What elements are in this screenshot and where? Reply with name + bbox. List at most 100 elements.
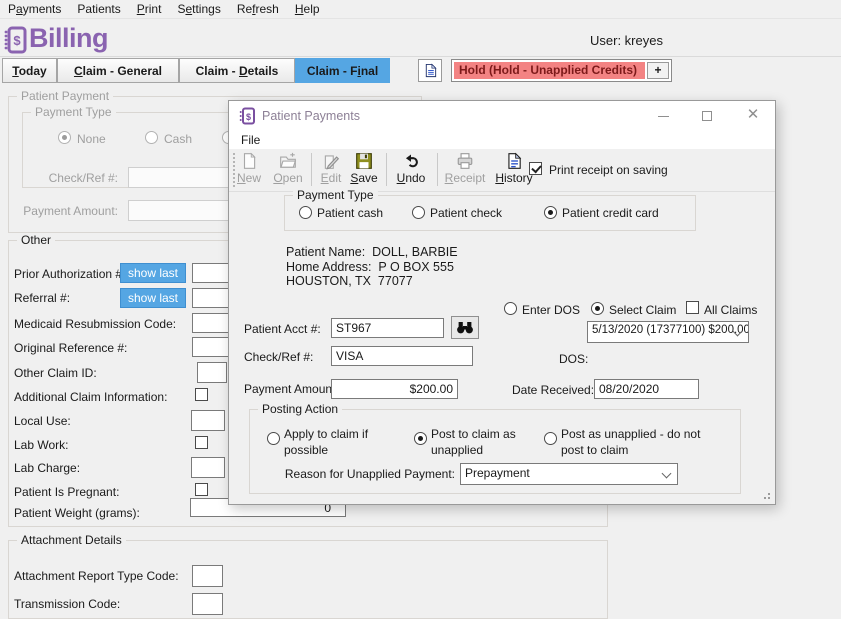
referral-label: Referral #: (14, 291, 71, 305)
claim-dropdown[interactable]: 5/13/2020 (17377100) $200.00 (587, 321, 749, 343)
history-document-icon (508, 152, 522, 169)
dialog-check-ref-label: Check/Ref #: (244, 350, 314, 364)
undo-button[interactable]: Undo (392, 152, 430, 185)
other-claim-input[interactable] (197, 362, 227, 383)
radio-cash-label: Cash (164, 132, 193, 146)
other-group-title: Other (17, 233, 56, 247)
menu-patients[interactable]: Patients (69, 0, 128, 18)
lab-charge-label: Lab Charge: (14, 461, 81, 475)
menu-refresh[interactable]: Refresh (229, 0, 287, 18)
reason-dropdown-value: Prepayment (465, 466, 530, 480)
app-title: Billing (29, 23, 109, 53)
radio-apply-to-claim-label: Apply to claim if possible (284, 427, 369, 457)
radio-none (58, 131, 71, 144)
reason-label: Reason for Unapplied Payment: (284, 467, 455, 481)
close-button[interactable]: ✕ (729, 101, 777, 131)
close-icon: ✕ (746, 106, 760, 123)
print-receipt-checkbox[interactable] (529, 162, 542, 175)
hold-status-selector[interactable]: Hold (Hold - Unapplied Credits) + (451, 59, 672, 82)
radio-select-claim[interactable] (591, 302, 604, 315)
patient-city-line: HOUSTON, TX 77077 (286, 274, 413, 288)
hold-add-button[interactable]: + (647, 62, 669, 79)
payment-amount-bg-label: Payment Amount: (23, 204, 118, 218)
pregnant-label: Patient Is Pregnant: (14, 485, 120, 499)
toolbar-separator (311, 153, 312, 186)
radio-patient-check[interactable] (412, 206, 425, 219)
dialog-title: Patient Payments (262, 109, 360, 123)
radio-apply-to-claim[interactable] (267, 432, 280, 445)
other-claim-label: Other Claim ID: (14, 366, 97, 380)
hold-status-label: Hold (Hold - Unapplied Credits) (454, 62, 645, 79)
billing-app-window: Payments Patients Print Settings Refresh… (0, 0, 841, 619)
dialog-check-ref-input[interactable]: VISA (331, 346, 473, 366)
radio-patient-check-label: Patient check (430, 206, 503, 220)
additional-claim-checkbox[interactable] (195, 388, 208, 401)
maximize-button[interactable] (685, 101, 729, 131)
chevron-down-icon (661, 468, 672, 479)
attachment-group-title: Attachment Details (17, 533, 126, 547)
menu-settings[interactable]: Settings (169, 0, 228, 18)
patient-acct-input[interactable]: ST967 (331, 318, 444, 338)
tab-claim-final[interactable]: Claim - Final (295, 58, 390, 83)
open-folder-icon (280, 152, 297, 168)
dialog-payment-type-title: Payment Type (293, 188, 378, 202)
posting-action-title: Posting Action (258, 402, 343, 416)
radio-enter-dos[interactable] (504, 302, 517, 315)
notes-button[interactable] (418, 59, 442, 82)
dialog-menubar: File (229, 131, 775, 149)
tab-claim-general[interactable]: Claim - General (57, 58, 179, 83)
tab-today[interactable]: Today (2, 58, 57, 83)
edit-button: Edit (317, 152, 345, 185)
tab-strip: Today Claim - General Claim - Details Cl… (0, 56, 841, 84)
dialog-menu-file[interactable]: File (233, 131, 268, 149)
radio-do-not-post-label: Post as unapplied - do not post to claim (561, 427, 701, 457)
date-received-label: Date Received: (512, 383, 595, 397)
minimize-button[interactable] (641, 101, 685, 131)
tab-claim-details[interactable]: Claim - Details (179, 58, 295, 83)
dialog-payment-amount-input[interactable]: $200.00 (331, 379, 458, 399)
radio-do-not-post[interactable] (544, 432, 557, 445)
dos-label: DOS: (559, 352, 589, 366)
menu-help[interactable]: Help (287, 0, 328, 18)
save-button[interactable]: Save (348, 152, 380, 185)
receipt-button-label: Receipt (444, 171, 486, 185)
additional-claim-label: Additional Claim Information: (14, 390, 168, 404)
menu-payments[interactable]: Payments (0, 0, 69, 18)
radio-patient-cash[interactable] (299, 206, 312, 219)
radio-post-unapplied[interactable] (414, 432, 427, 445)
original-ref-label: Original Reference #: (14, 341, 128, 355)
local-use-input[interactable] (191, 410, 225, 431)
billing-logo-icon: $ (4, 26, 27, 54)
local-use-label: Local Use: (14, 414, 71, 428)
lab-work-label: Lab Work: (14, 438, 69, 452)
date-received-input[interactable]: 08/20/2020 (594, 379, 699, 399)
radio-post-unapplied-label: Post to claim as unapplied (431, 427, 516, 457)
lab-charge-input[interactable] (191, 457, 225, 478)
menu-print[interactable]: Print (129, 0, 170, 18)
print-receipt-label: Print receipt on saving (549, 163, 668, 177)
undo-arrow-icon (405, 154, 418, 168)
transmission-input[interactable] (192, 593, 223, 615)
receipt-button: Receipt (443, 152, 487, 185)
report-type-input[interactable] (192, 565, 223, 587)
all-claims-checkbox[interactable] (686, 301, 699, 314)
medicaid-label: Medicaid Resubmission Code: (14, 317, 177, 331)
prior-auth-label: Prior Authorization #: (14, 267, 126, 281)
patient-search-button[interactable] (451, 316, 479, 339)
show-last-referral-button[interactable]: show last (120, 288, 186, 308)
binoculars-icon (457, 322, 473, 334)
radio-patient-credit-card[interactable] (544, 206, 557, 219)
resize-grip[interactable] (761, 490, 771, 500)
posting-action-group: Posting Action Apply to claim if possibl… (249, 402, 741, 494)
lab-work-checkbox[interactable] (195, 436, 208, 449)
open-button: Open (271, 152, 305, 185)
pregnant-checkbox[interactable] (195, 483, 208, 496)
payment-type-group-bg-title: Payment Type (31, 105, 116, 119)
show-last-prior-auth-button[interactable]: show last (120, 263, 186, 283)
reason-dropdown[interactable]: Prepayment (460, 463, 678, 485)
dialog-payment-amount-label: Payment Amount: (244, 382, 339, 396)
undo-button-label: Undo (396, 171, 426, 185)
radio-select-claim-label: Select Claim (609, 303, 677, 317)
dialog-titlebar[interactable]: $ Patient Payments ✕ (229, 101, 775, 131)
svg-text:$: $ (13, 33, 21, 48)
